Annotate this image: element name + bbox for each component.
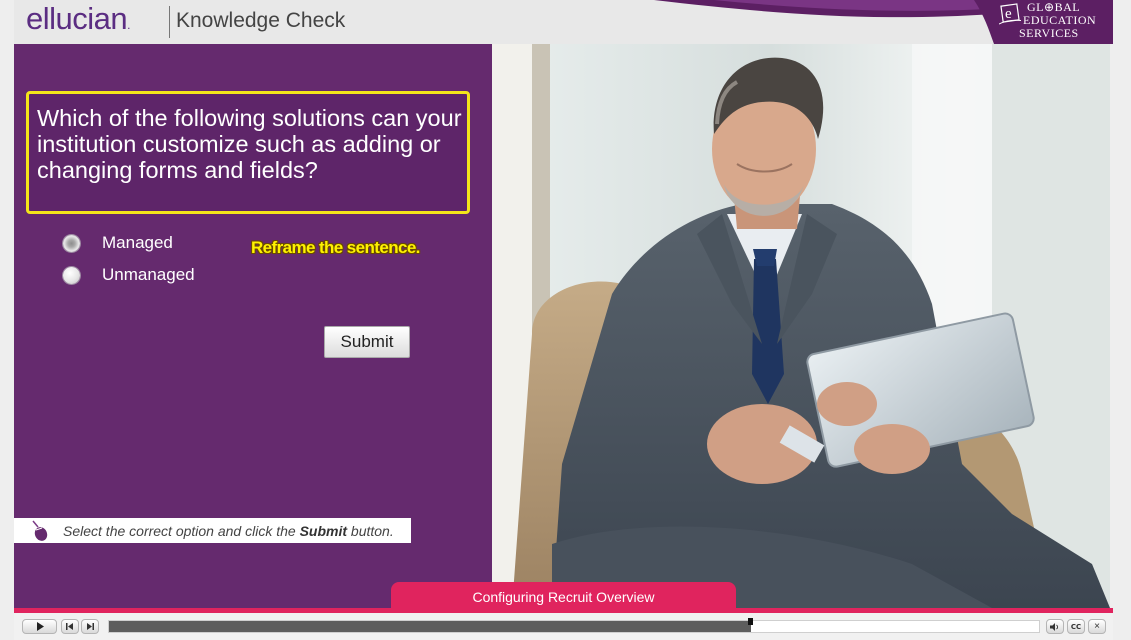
quiz-panel: Which of the following solutions can you… (14, 44, 492, 608)
ges-line1: GL (1027, 0, 1044, 14)
play-button[interactable] (22, 619, 57, 634)
businessman-with-tablet-photo (492, 44, 1110, 608)
option-label-unmanaged: Unmanaged (102, 265, 195, 284)
header-divider (169, 6, 170, 38)
instruction-prefix: Select the correct option and click the (63, 522, 300, 539)
instruction-bar: Select the correct option and click the … (14, 518, 411, 543)
player-controls: CC × (14, 613, 1113, 640)
seek-bar-fill (109, 621, 751, 632)
ges-line1b: BAL (1054, 0, 1081, 14)
ges-letter: e (1005, 6, 1012, 22)
radio-button-managed[interactable] (63, 234, 80, 252)
cc-icon: CC (1070, 622, 1082, 631)
instruction-emphasis: Submit (299, 522, 348, 539)
question-highlight-box: Which of the following solutions can you… (26, 91, 470, 214)
closed-captions-button[interactable]: CC (1067, 619, 1085, 634)
page-title: Knowledge Check (176, 9, 346, 32)
option-label-managed: Managed (102, 233, 173, 252)
photo-illustration (492, 44, 1110, 608)
volume-button[interactable] (1046, 619, 1064, 634)
close-button[interactable]: × (1088, 619, 1106, 634)
instruction-text: Select the correct option and click the … (63, 523, 394, 539)
question-text: Which of the following solutions can you… (37, 105, 462, 183)
ges-line3: SERVICES (1019, 26, 1079, 40)
review-annotation: Reframe the sentence. (251, 238, 420, 257)
option-unmanaged[interactable]: Unmanaged (63, 264, 195, 286)
header: ellucian. Knowledge Check e GL⊕BAL EDUCA… (14, 0, 1113, 44)
play-icon (36, 622, 44, 631)
seek-bar[interactable] (108, 620, 1040, 633)
radio-button-unmanaged[interactable] (63, 266, 80, 284)
slide-stage: ellucian. Knowledge Check e GL⊕BAL EDUCA… (14, 0, 1113, 640)
volume-icon (1050, 622, 1059, 631)
close-icon: × (1094, 620, 1100, 632)
submit-button[interactable]: Submit (324, 326, 410, 358)
globe-icon: ⊕ (1044, 0, 1055, 14)
ellucian-logo: ellucian. (26, 1, 130, 36)
forward-icon (87, 623, 94, 630)
ges-e-icon: e (999, 3, 1021, 25)
mouse-click-icon (32, 520, 48, 541)
option-managed[interactable]: Managed (63, 232, 173, 254)
instruction-suffix: button. (347, 522, 394, 539)
rewind-button[interactable] (61, 619, 79, 634)
global-education-services-logo: e GL⊕BAL EDUCATION SERVICES (989, 0, 1109, 42)
forward-button[interactable] (81, 619, 99, 634)
rewind-icon (66, 623, 73, 630)
seek-handle[interactable] (747, 618, 753, 625)
